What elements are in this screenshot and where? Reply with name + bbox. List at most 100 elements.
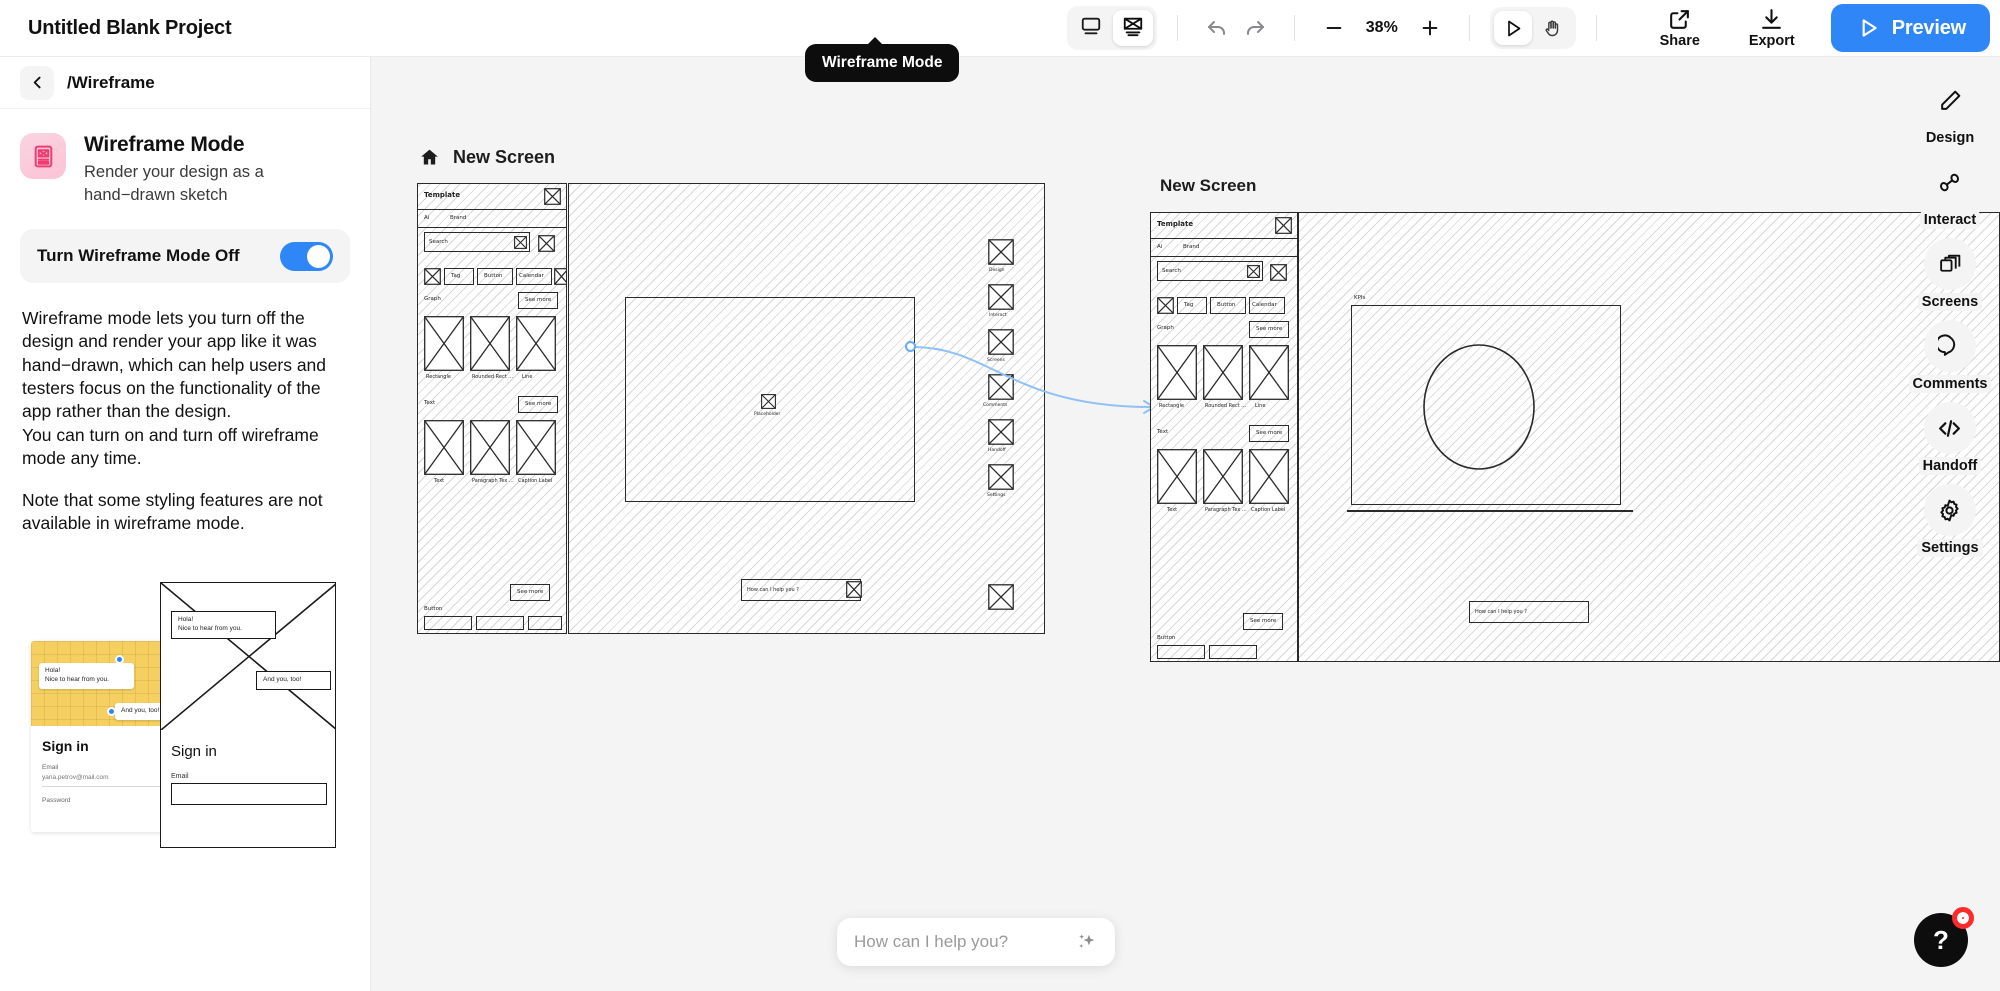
wireframe-toggle-switch[interactable]	[280, 241, 333, 271]
wireframe-sidebar-frame-1[interactable]: Template Ai Brand Search Tag Button Cale…	[417, 183, 567, 634]
select-tool-button[interactable]	[1493, 11, 1532, 45]
wire-bubble-line-3: And you, too!	[263, 676, 302, 683]
button-sample-4[interactable]	[1157, 645, 1205, 659]
tooltip-text: Wireframe Mode	[822, 54, 943, 71]
rail-design-icon-wire[interactable]	[988, 239, 1014, 265]
hand-tool-button[interactable]	[1534, 11, 1572, 45]
chip-icon-placeholder-2[interactable]	[1157, 297, 1174, 314]
filter-icon-1[interactable]	[538, 235, 555, 252]
chip-overflow-icon[interactable]	[554, 268, 567, 285]
search-clear-icon-2[interactable]	[1247, 265, 1260, 278]
rail-settings-icon-wire[interactable]	[988, 464, 1014, 490]
toolbar-divider-1	[1176, 15, 1178, 41]
connector-start-dot[interactable]	[905, 341, 916, 352]
item-thumb-caption-2[interactable]	[1249, 449, 1289, 504]
rail-label-handoff: Handoff	[1918, 457, 1982, 475]
minus-icon	[1326, 26, 1342, 30]
wire-heading: Sign in	[171, 743, 217, 760]
toggle-knob	[307, 244, 330, 268]
group-label-button-2: Button	[1157, 635, 1176, 641]
redo-icon	[1246, 21, 1264, 35]
preview-label: Preview	[1891, 16, 1966, 39]
item-thumb-text-2[interactable]	[1157, 449, 1197, 504]
wireframe-mode-button[interactable]	[1112, 10, 1153, 46]
group-label-button: Button	[424, 606, 443, 612]
breadcrumb[interactable]: /Wireframe	[67, 73, 155, 93]
group-label-text-2: Text	[1157, 429, 1169, 435]
rail-handoff-icon-wire[interactable]	[988, 419, 1014, 445]
chevron-left-icon	[33, 76, 41, 89]
chip-button-label: Button	[484, 273, 503, 279]
search-clear-icon[interactable]	[514, 236, 527, 249]
screen-label-2[interactable]: New Screen	[1160, 176, 1256, 196]
back-button[interactable]	[20, 65, 54, 100]
export-button[interactable]: Export	[1743, 7, 1801, 49]
rail-label-screens: Screens	[1917, 293, 1983, 311]
sparkle-icon[interactable]	[1075, 929, 1098, 955]
design-mode-button[interactable]	[1071, 10, 1111, 46]
chip-calendar-label-2: Calendar	[1252, 302, 1277, 308]
see-more-label-4: See more	[1256, 326, 1283, 332]
item-thumb-rectangle[interactable]	[424, 316, 464, 371]
button-sample-5[interactable]	[1209, 645, 1257, 659]
rail-item-screens[interactable]: Screens	[1917, 238, 1983, 311]
item-thumb-caption[interactable]	[516, 420, 556, 475]
share-button[interactable]: Share	[1651, 7, 1709, 49]
filter-icon-2[interactable]	[1270, 264, 1287, 281]
ai-assistant-bar[interactable]	[837, 918, 1115, 966]
zoom-out-button[interactable]	[1315, 9, 1353, 47]
item-thumb-text[interactable]	[424, 420, 464, 475]
home-icon	[421, 149, 438, 165]
wireframe-sidebar-frame-2[interactable]: Template Ai Brand Search Tag Button Cale…	[1150, 212, 1298, 662]
item-thumb-paragraph[interactable]	[470, 420, 510, 475]
button-sample-1[interactable]	[424, 616, 472, 630]
feature-title: Wireframe Mode	[84, 133, 245, 156]
help-notification-badge	[1952, 907, 1974, 929]
rail-design-label-wire: Design	[989, 268, 1005, 273]
wire-bubble-incoming: Hola! Nice to hear from you.	[171, 611, 276, 639]
item-label-caption-2: Caption Label	[1251, 507, 1286, 513]
sidebar-divider-2	[418, 227, 566, 229]
item-thumb-paragraph-2[interactable]	[1203, 449, 1243, 504]
feature-header: Wireframe Mode Render your design as a h…	[0, 109, 370, 207]
share-external-icon	[1670, 10, 1690, 29]
rail-label-settings: Settings	[1917, 539, 1983, 557]
device-base-line	[1347, 510, 1633, 512]
chip-icon-placeholder[interactable]	[424, 268, 441, 285]
ai-prompt-input[interactable]	[854, 932, 1075, 952]
item-thumb-rounded-2[interactable]	[1203, 345, 1243, 400]
wireframe-main-frame-2[interactable]: KPIs How can I help you ?	[1298, 212, 2000, 662]
zoom-in-button[interactable]	[1411, 9, 1449, 47]
preview-button[interactable]: Preview	[1830, 4, 1990, 52]
rail-item-comments[interactable]: Comments	[1908, 320, 1992, 393]
wire-bubble-line-1: Hola!	[178, 616, 194, 623]
rail-item-handoff[interactable]: Handoff	[1918, 402, 1982, 475]
zoom-level[interactable]: 38%	[1359, 19, 1405, 37]
placeholder-cross-icon	[1275, 217, 1292, 234]
interact-nodes-icon	[1923, 156, 1976, 208]
redo-button[interactable]	[1236, 9, 1274, 47]
button-sample-3[interactable]	[528, 616, 562, 630]
item-thumb-rectangle-2[interactable]	[1157, 345, 1197, 400]
rail-handoff-label-wire: Handoff	[988, 448, 1006, 453]
project-title[interactable]: Untitled Blank Project	[28, 17, 232, 40]
rail-item-design[interactable]: Design	[1921, 74, 1979, 147]
button-sample-2[interactable]	[476, 616, 524, 630]
design-canvas[interactable]: New Screen New Screen Template Ai Brand …	[371, 57, 2000, 991]
item-thumb-rounded[interactable]	[470, 316, 510, 371]
item-thumb-line-2[interactable]	[1249, 345, 1289, 400]
export-label: Export	[1748, 33, 1795, 49]
rail-item-settings[interactable]: Settings	[1917, 484, 1983, 557]
see-more-label-6: See more	[1250, 618, 1277, 624]
rail-interact-icon-wire[interactable]	[988, 284, 1014, 310]
undo-button[interactable]	[1198, 9, 1236, 47]
wireframe-toggle-row[interactable]: Turn Wireframe Mode Off	[20, 229, 350, 284]
wireframe-thumbnail[interactable]: Hola! Nice to hear from you. And you, to…	[160, 582, 336, 848]
rail-extra-icon-wire[interactable]	[988, 584, 1014, 610]
placeholder-image-icon	[761, 394, 776, 409]
screen-label-1[interactable]: New Screen	[419, 147, 555, 168]
pie-chart-placeholder	[1423, 344, 1535, 470]
ai-send-icon-1[interactable]	[846, 581, 862, 598]
rail-item-interact[interactable]: Interact	[1919, 156, 1981, 229]
item-thumb-line[interactable]	[516, 316, 556, 371]
